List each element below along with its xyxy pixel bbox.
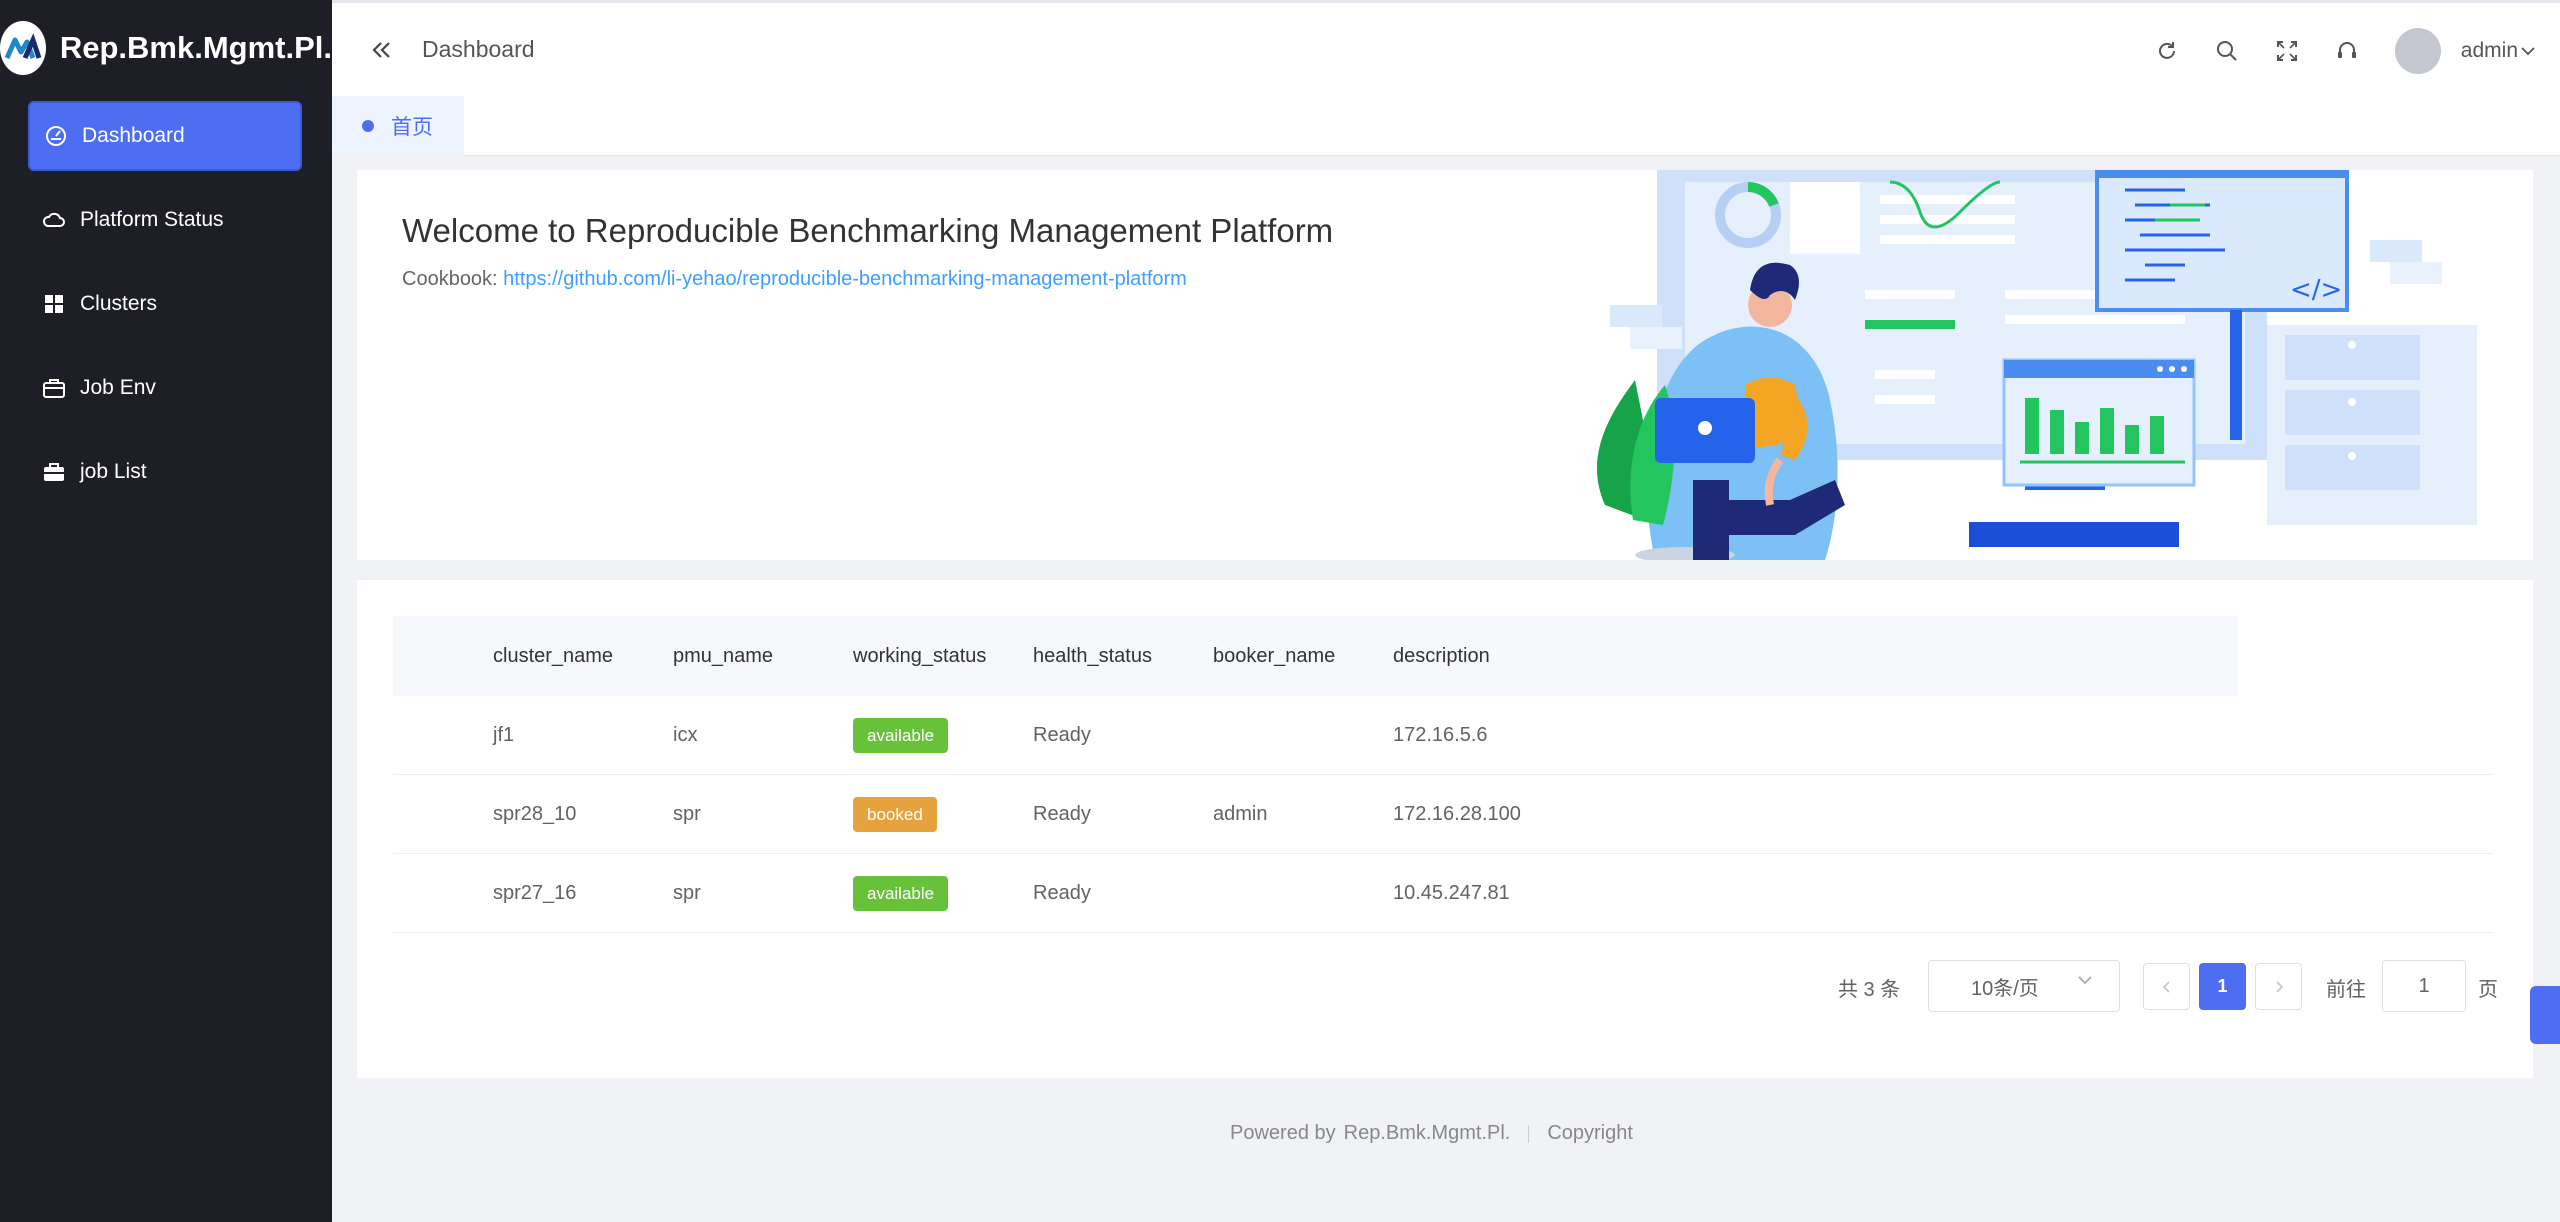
refresh-button[interactable] [2147,31,2187,71]
status-badge: booked [853,796,937,832]
footer: Powered by Rep.Bmk.Mgmt.Pl. Copyright [1230,1122,1633,1145]
cell-health-status: Ready [1033,802,1091,825]
goto-page-input[interactable] [2382,960,2466,1012]
sidebar-item-platform-status[interactable]: Platform Status [28,185,302,255]
fullscreen-icon [2276,41,2297,61]
sidebar-item-label: job List [80,460,147,483]
cell-working-status: available [853,717,1033,753]
clusters-table: cluster_name pmu_name working_status hea… [393,616,2493,933]
brand[interactable]: Rep.Bmk.Mgmt.Pl. [0,0,332,96]
table-header-cell[interactable]: health_status [1033,645,1213,668]
double-chevron-left-icon [372,41,390,58]
powered-by-label: Powered by [1230,1122,1336,1144]
table-header-cell[interactable]: cluster_name [493,645,673,668]
sidebar-item-label: Clusters [80,292,158,315]
cell-pmu-name: spr [673,802,701,825]
cell-working-status: booked [853,796,1033,832]
page-size-select[interactable]: 10条/页 [1928,960,2120,1012]
status-badge: available [853,717,949,753]
chevron-down-icon [2521,47,2535,56]
refresh-icon [2158,42,2175,59]
pagination: 共 3 条 10条/页 1 前往 页 [0,960,2560,1012]
cookbook-line: Cookbook: https://github.com/li-yehao/re… [402,268,1187,291]
active-dot-icon [362,120,374,132]
table-row[interactable]: jf1 icx available Ready 172.16.5.6 [393,696,2493,775]
briefcase-icon [42,460,66,484]
sidebar-item-clusters[interactable]: Clusters [28,269,302,339]
prev-page-button[interactable] [2143,963,2190,1010]
table-row[interactable]: spr27_16 spr available Ready 10.45.247.8… [393,854,2493,933]
user-menu[interactable]: admin [2461,39,2536,63]
table-header-cell[interactable]: pmu_name [673,645,853,668]
search-icon [2216,41,2237,61]
sidebar-item-label: Platform Status [80,208,224,231]
tab-label: 首页 [391,116,433,139]
sidebar-item-label: Dashboard [82,124,185,147]
cell-booker-name: admin [1213,802,1268,825]
breadcrumb: Dashboard [422,36,535,62]
cell-cluster-name: spr27_16 [493,881,577,904]
footer-divider [1528,1124,1530,1143]
cookbook-label: Cookbook: [402,268,504,290]
footer-brand-link[interactable]: Rep.Bmk.Mgmt.Pl. [1344,1122,1511,1145]
table-header-row: cluster_name pmu_name working_status hea… [393,616,2238,696]
cell-cluster-name: jf1 [493,723,515,746]
headset-icon [2337,42,2356,58]
cell-working-status: available [853,875,1033,911]
welcome-title: Welcome to Reproducible Benchmarking Man… [402,212,1334,249]
collapse-sidebar-button[interactable] [362,30,402,70]
support-button[interactable] [2327,31,2367,71]
fullscreen-button[interactable] [2267,31,2307,71]
page-size-value: 10条/页 [1971,977,2039,1000]
brand-title: Rep.Bmk.Mgmt.Pl. [59,30,332,65]
settings-float-button[interactable] [2530,986,2560,1044]
sidebar: Rep.Bmk.Mgmt.Pl. Dashboard Platform Stat… [0,0,332,1222]
grid-icon [42,292,66,316]
sidebar-item-job-list[interactable]: job List [28,437,302,507]
cell-pmu-name: spr [673,881,701,904]
pagination-total: 共 3 条 [1838,979,1901,1001]
goto-label: 前往 [2326,979,2366,1001]
cell-pmu-name: icx [673,723,698,746]
chevron-right-icon [2275,980,2283,993]
cell-health-status: Ready [1033,723,1091,746]
cell-description: 10.45.247.81 [1393,881,1510,904]
cell-description: 172.16.5.6 [1393,723,1488,746]
sidebar-menu: Dashboard Platform Status Clusters Job E… [0,101,332,507]
cell-cluster-name: spr28_10 [493,802,577,825]
page-suffix: 页 [2478,979,2498,1001]
cookbook-link[interactable]: https://github.com/li-yehao/reproducible… [503,268,1187,290]
header-actions: admin [2127,3,2536,99]
chevron-down-icon [2078,976,2092,985]
tabs-bar: 首页 [332,96,2560,156]
cell-description: 172.16.28.100 [1393,802,1521,825]
sidebar-item-dashboard[interactable]: Dashboard [28,101,302,171]
welcome-card: Welcome to Reproducible Benchmarking Man… [357,170,2533,560]
next-page-button[interactable] [2255,963,2302,1010]
table-header-cell[interactable]: working_status [853,645,1033,668]
briefcase-outline-icon [42,376,66,400]
app-logo-icon [0,21,46,75]
copyright-text: Copyright [1547,1122,1633,1144]
dashboard-illustration: </> [1596,170,2477,560]
tab-home[interactable]: 首页 [332,96,464,156]
avatar[interactable] [2394,28,2441,74]
table-row[interactable]: spr28_10 spr booked Ready admin 172.16.2… [393,775,2493,854]
search-button[interactable] [2207,31,2247,71]
table-header-cell[interactable]: booker_name [1213,645,1393,668]
top-header: Dashboard admin [332,0,2560,96]
dashboard-icon [44,124,68,148]
sidebar-item-label: Job Env [80,376,156,399]
status-badge: available [853,875,949,911]
cloud-icon [42,208,66,232]
sidebar-item-job-env[interactable]: Job Env [28,353,302,423]
user-name: admin [2460,39,2518,62]
cell-health-status: Ready [1033,881,1091,904]
svg-text:</>: </> [2290,275,2342,305]
page-number-button[interactable]: 1 [2199,963,2246,1010]
table-header-cell[interactable]: description [1393,645,1693,668]
chevron-left-icon [2162,980,2170,993]
